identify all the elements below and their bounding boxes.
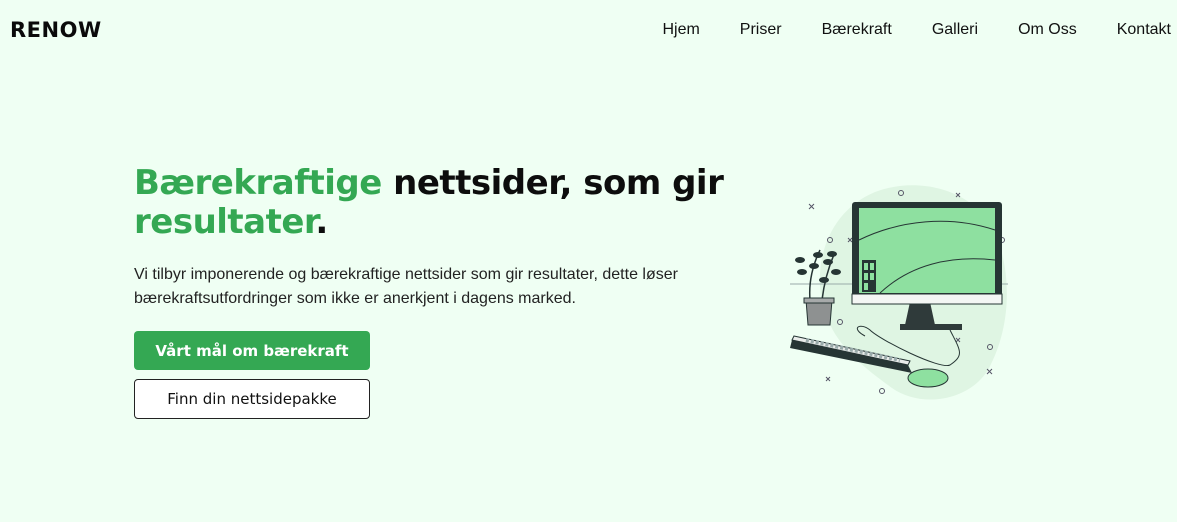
nav-item-hjem[interactable]: Hjem — [662, 21, 699, 39]
nav-item-kontakt[interactable]: Kontakt — [1117, 21, 1171, 39]
sustainability-goal-button[interactable]: Vårt mål om bærekraft — [134, 331, 370, 370]
monitor-screen — [859, 208, 995, 293]
hero-title-highlight: Bærekraftige — [134, 163, 382, 203]
main-nav: Hjem Priser Bærekraft Galleri Om Oss Kon… — [662, 21, 1171, 39]
monitor-stand — [905, 302, 935, 325]
nav-item-om-oss[interactable]: Om Oss — [1018, 21, 1077, 39]
mouse-icon — [907, 368, 949, 388]
brand-logo[interactable]: RENOW — [10, 18, 102, 42]
nav-item-galleri[interactable]: Galleri — [932, 21, 978, 39]
nav-item-baerekraft[interactable]: Bærekraft — [822, 21, 892, 39]
hero-title-highlight-2: resultater — [134, 202, 316, 242]
find-package-button[interactable]: Finn din nettsidepakke — [134, 379, 370, 419]
hero-title: Bærekraftige nettsider, som gir resultat… — [134, 164, 754, 242]
hero-description: Vi tilbyr imponerende og bærekraftige ne… — [134, 266, 678, 307]
hero-title-period: . — [315, 202, 328, 242]
nav-item-priser[interactable]: Priser — [740, 21, 782, 39]
desktop-computer-illustration — [790, 185, 1008, 400]
hero-title-text: nettsider, som gir — [381, 163, 724, 203]
